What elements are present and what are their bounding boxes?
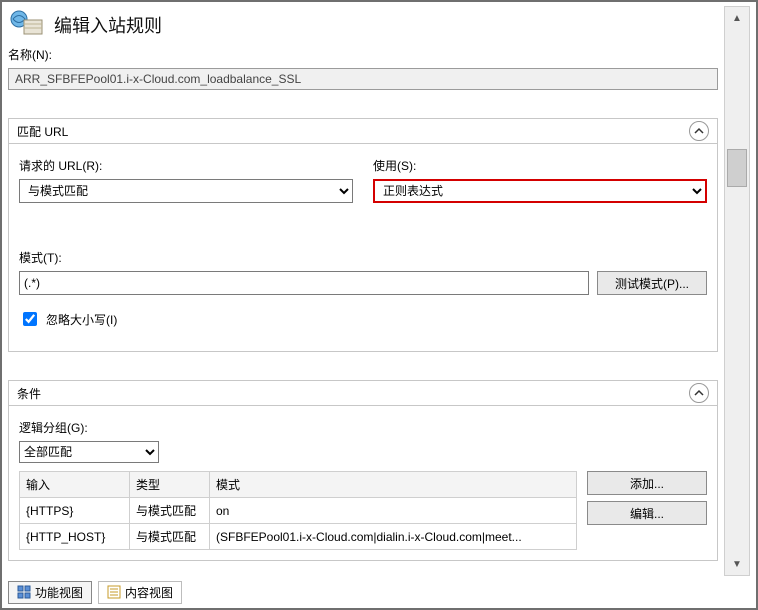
- content-pane: 编辑入站规则 名称(N): 匹配 URL 请求的 URL(R): 与模式匹配: [8, 6, 718, 576]
- collapse-match-url-icon[interactable]: [689, 121, 709, 141]
- requested-url-select[interactable]: 与模式匹配: [19, 179, 353, 203]
- rule-name-input[interactable]: [8, 68, 718, 90]
- scroll-down-icon[interactable]: ▼: [725, 553, 749, 575]
- tab-label: 内容视图: [125, 584, 173, 601]
- pattern-label: 模式(T):: [19, 249, 707, 266]
- ignore-case-checkbox[interactable]: [23, 312, 37, 326]
- table-header-row: 输入 类型 模式: [20, 472, 577, 498]
- conditions-table[interactable]: 输入 类型 模式 {HTTPS} 与模式匹配 on: [19, 471, 577, 550]
- scroll-thumb[interactable]: [727, 149, 747, 187]
- match-url-header[interactable]: 匹配 URL: [8, 118, 718, 144]
- conditions-buttons: 添加... 编辑...: [587, 471, 707, 525]
- vertical-scrollbar[interactable]: ▲ ▼: [724, 6, 750, 576]
- match-url-title: 匹配 URL: [17, 123, 68, 140]
- content-view-icon: [107, 585, 121, 599]
- conditions-body: 逻辑分组(G): 全部匹配 输入 类型 模式: [19, 393, 707, 550]
- col-pattern[interactable]: 模式: [210, 472, 577, 498]
- page-title: 编辑入站规则: [54, 12, 162, 38]
- edit-condition-button[interactable]: 编辑...: [587, 501, 707, 525]
- conditions-header[interactable]: 条件: [8, 380, 718, 406]
- col-type[interactable]: 类型: [130, 472, 210, 498]
- using-label: 使用(S):: [373, 157, 707, 174]
- requested-url-label: 请求的 URL(R):: [19, 157, 353, 174]
- window-frame: 编辑入站规则 名称(N): 匹配 URL 请求的 URL(R): 与模式匹配: [0, 0, 758, 610]
- tab-content-view[interactable]: 内容视图: [98, 581, 182, 604]
- table-row[interactable]: {HTTP_HOST} 与模式匹配 (SFBFEPool01.i-x-Cloud…: [20, 524, 577, 550]
- features-view-icon: [17, 585, 31, 599]
- page-header: 编辑入站规则: [8, 6, 718, 46]
- table-row[interactable]: {HTTPS} 与模式匹配 on: [20, 498, 577, 524]
- rule-icon: [10, 10, 44, 40]
- match-url-body: 请求的 URL(R): 与模式匹配 使用(S): 正则表达式 模式(T):: [19, 131, 707, 341]
- using-select[interactable]: 正则表达式: [373, 179, 707, 203]
- logic-label: 逻辑分组(G):: [19, 419, 707, 436]
- scroll-track[interactable]: [725, 29, 749, 553]
- name-label: 名称(N):: [8, 46, 718, 63]
- conditions-title: 条件: [17, 385, 41, 402]
- collapse-conditions-icon[interactable]: [689, 383, 709, 403]
- pattern-input[interactable]: [19, 271, 589, 295]
- match-url-group: 匹配 URL 请求的 URL(R): 与模式匹配 使用(S):: [8, 118, 718, 352]
- tab-label: 功能视图: [35, 584, 83, 601]
- ignore-case-label: 忽略大小写(I): [46, 311, 117, 328]
- logic-select[interactable]: 全部匹配: [19, 441, 159, 463]
- view-switcher: 功能视图 内容视图: [8, 580, 750, 604]
- conditions-group: 条件 逻辑分组(G): 全部匹配 输入 类型: [8, 380, 718, 561]
- scroll-up-icon[interactable]: ▲: [725, 7, 749, 29]
- add-condition-button[interactable]: 添加...: [587, 471, 707, 495]
- col-input[interactable]: 输入: [20, 472, 130, 498]
- tab-features-view[interactable]: 功能视图: [8, 581, 92, 604]
- test-pattern-button[interactable]: 测试模式(P)...: [597, 271, 707, 295]
